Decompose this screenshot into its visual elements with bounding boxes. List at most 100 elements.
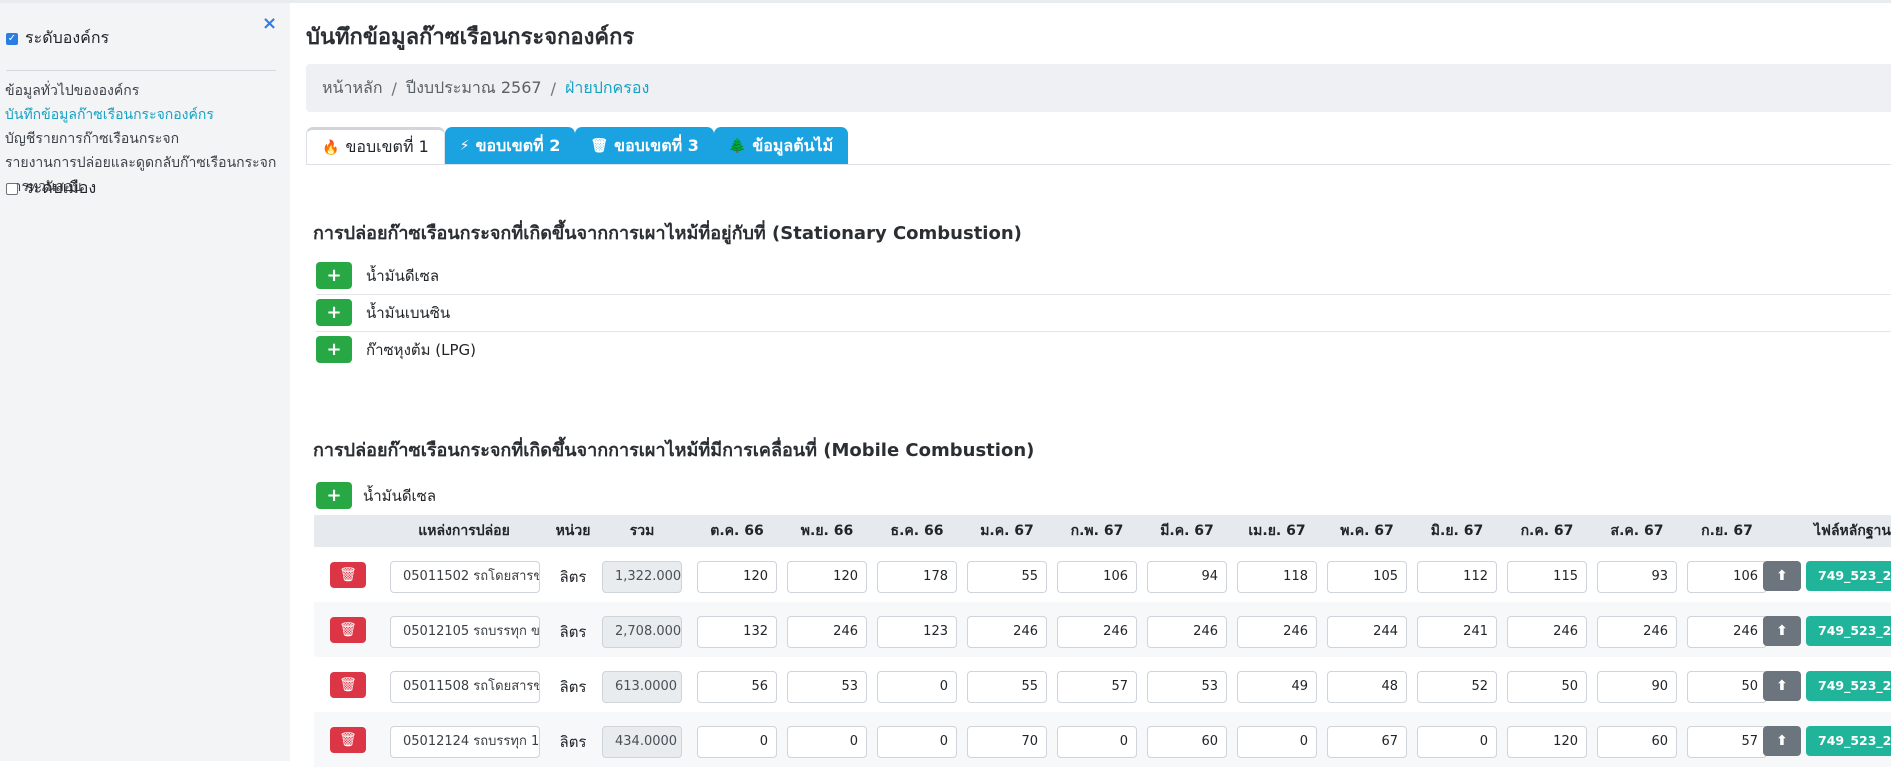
month-value-input[interactable]: 244 [1327,616,1407,648]
month-value-input[interactable]: 48 [1327,671,1407,703]
month-value-input[interactable]: 60 [1597,726,1677,758]
breadcrumb-fiscal-year[interactable]: ปีงบประมาณ 2567 [406,76,542,101]
month-value-input[interactable]: 55 [967,561,1047,593]
org-level-checkbox[interactable]: ✓ [6,32,18,45]
source-input[interactable]: 05012124 รถบรรทุก 1 ตัน [390,726,540,758]
tab-scope-3[interactable]: 🗑 ขอบเขตที่ 3 [575,127,714,165]
col-header-month: ก.พ. 67 [1070,523,1124,539]
month-value-input[interactable]: 246 [1507,616,1587,648]
month-value-input[interactable]: 50 [1687,671,1767,703]
month-value-input[interactable]: 105 [1327,561,1407,593]
month-value-input[interactable]: 0 [1057,726,1137,758]
month-value-input[interactable]: 52 [1417,671,1497,703]
month-value-input[interactable]: 115 [1507,561,1587,593]
delete-row-button[interactable]: 🗑 [330,562,366,588]
tab-tree-data[interactable]: 🌲 ข้อมูลต้นไม้ [713,127,849,165]
breadcrumb: หน้าหลัก / ปีงบประมาณ 2567 / ฝ่ายปกครอง [306,64,1891,112]
month-value-input[interactable]: 120 [697,561,777,593]
stationary-fuel-row: + ก๊าซหุงต้ม (LPG) [316,331,1891,368]
evidence-file-button[interactable]: 749_523_20250310 [1806,616,1891,646]
month-value-input[interactable]: 50 [1507,671,1587,703]
month-value-input[interactable]: 55 [967,671,1047,703]
month-value-input[interactable]: 241 [1417,616,1497,648]
sidebar-item-ghg-inventory[interactable]: บัญชีรายการก๊าซเรือนกระจก [5,127,276,151]
month-value-input[interactable]: 123 [877,616,957,648]
month-value-input[interactable]: 0 [877,671,957,703]
evidence-file-button[interactable]: 749_523_20250310 [1806,726,1891,756]
mobile-fuel-row: + น้ำมันดีเซล [316,477,1891,514]
add-diesel-button[interactable]: + [316,262,352,289]
upload-button[interactable]: ⬆ [1763,616,1801,646]
evidence-file-button[interactable]: 749_523_20250310 [1806,561,1891,591]
month-value-input[interactable]: 112 [1417,561,1497,593]
city-level-checkbox[interactable] [6,182,18,195]
month-value-input[interactable]: 120 [1507,726,1587,758]
month-value-input[interactable]: 49 [1237,671,1317,703]
total-input: 1,322.0000 [602,561,682,593]
tab-scope-1[interactable]: 🔥 ขอบเขตที่ 1 [306,127,445,165]
month-value-input[interactable]: 106 [1057,561,1137,593]
delete-row-button[interactable]: 🗑 [330,617,366,643]
month-value-input[interactable]: 106 [1687,561,1767,593]
month-value-input[interactable]: 0 [1417,726,1497,758]
fuel-label: ก๊าซหุงต้ม (LPG) [366,340,477,359]
month-value-input[interactable]: 0 [697,726,777,758]
col-header-total: รวม [629,523,655,539]
upload-icon: ⬆ [1776,733,1788,749]
delete-row-button[interactable]: 🗑 [330,727,366,753]
source-input[interactable]: 05011508 รถโดยสารขนาด [390,671,540,703]
bolt-icon: ⚡ [459,138,470,154]
month-value-input[interactable]: 246 [967,616,1047,648]
col-header-month: ม.ค. 67 [980,523,1034,539]
city-level-toggle[interactable]: ระดับเมือง [6,176,96,201]
month-value-input[interactable]: 246 [1237,616,1317,648]
source-input[interactable]: 05012105 รถบรรทุก ขนาด [390,616,540,648]
breadcrumb-home[interactable]: หน้าหลัก [306,76,383,101]
month-value-input[interactable]: 67 [1327,726,1407,758]
city-level-label: ระดับเมือง [25,178,97,197]
month-value-input[interactable]: 246 [1597,616,1677,648]
month-value-input[interactable]: 246 [1687,616,1767,648]
month-value-input[interactable]: 93 [1597,561,1677,593]
month-value-input[interactable]: 120 [787,561,867,593]
month-value-input[interactable]: 178 [877,561,957,593]
sidebar-item-record-ghg[interactable]: บันทึกข้อมูลก๊าซเรือนกระจกองค์กร [5,103,276,127]
delete-row-button[interactable]: 🗑 [330,672,366,698]
month-value-input[interactable]: 0 [1237,726,1317,758]
upload-button[interactable]: ⬆ [1763,561,1801,591]
month-value-input[interactable]: 56 [697,671,777,703]
col-header-month: มิ.ย. 67 [1430,523,1484,539]
sidebar-item-general-info[interactable]: ข้อมูลทั่วไปขององค์กร [5,79,276,103]
trash-icon: 🗑 [590,138,609,154]
tab-scope-2[interactable]: ⚡ ขอบเขตที่ 2 [444,127,576,165]
upload-button[interactable]: ⬆ [1763,726,1801,756]
month-value-input[interactable]: 53 [787,671,867,703]
unit-label: ลิตร [559,623,587,641]
month-value-input[interactable]: 0 [877,726,957,758]
col-header-month: ต.ค. 66 [710,523,764,539]
month-value-input[interactable]: 53 [1147,671,1227,703]
fire-icon: 🔥 [322,139,340,156]
month-value-input[interactable]: 0 [787,726,867,758]
close-icon[interactable]: × [262,13,277,34]
month-value-input[interactable]: 132 [697,616,777,648]
month-value-input[interactable]: 246 [1057,616,1137,648]
sidebar-item-emission-report[interactable]: รายงานการปล่อยและดูดกลับก๊าซเรือนกระจก [5,151,276,175]
month-value-input[interactable]: 246 [1147,616,1227,648]
add-lpg-button[interactable]: + [316,336,352,363]
org-level-toggle[interactable]: ✓ ระดับองค์กร [6,26,109,51]
month-value-input[interactable]: 70 [967,726,1047,758]
unit-label: ลิตร [559,733,587,751]
add-mobile-diesel-button[interactable]: + [316,482,352,509]
evidence-file-button[interactable]: 749_523_20250310 [1806,671,1891,701]
month-value-input[interactable]: 57 [1687,726,1767,758]
month-value-input[interactable]: 57 [1057,671,1137,703]
month-value-input[interactable]: 118 [1237,561,1317,593]
upload-button[interactable]: ⬆ [1763,671,1801,701]
month-value-input[interactable]: 60 [1147,726,1227,758]
month-value-input[interactable]: 94 [1147,561,1227,593]
month-value-input[interactable]: 90 [1597,671,1677,703]
source-input[interactable]: 05011502 รถโดยสารขนาด [390,561,540,593]
add-gasoline-button[interactable]: + [316,299,352,326]
month-value-input[interactable]: 246 [787,616,867,648]
